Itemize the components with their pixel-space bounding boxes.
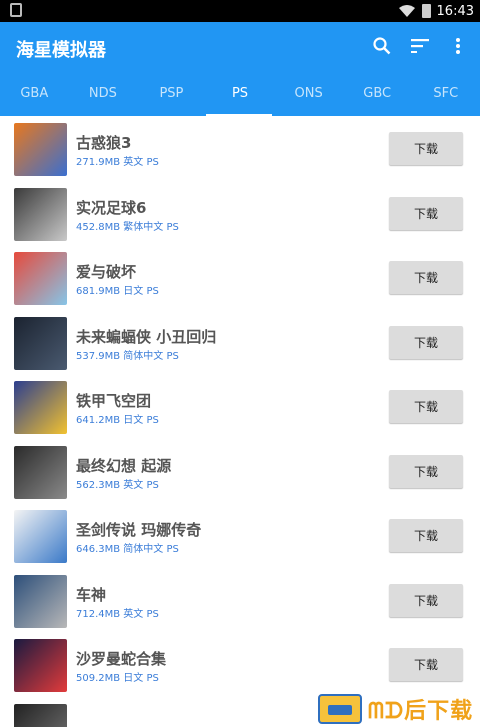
game-meta: 712.4MB 英文 PS (76, 608, 159, 620)
app-bar: 海星模拟器 GBA NDS PSP PS ONS GBC SFC (0, 22, 480, 116)
download-button[interactable]: 下载 (389, 519, 463, 552)
game-meta: 452.8MB 繁体中文 PS (76, 221, 179, 233)
game-meta: 641.2MB 日文 PS (76, 415, 159, 426)
download-button[interactable]: 下载 (389, 132, 463, 165)
app-bar-actions (370, 34, 470, 58)
game-meta: 646.3MB 简体中文 PS (76, 544, 179, 555)
status-icons: 16:43 (398, 0, 474, 22)
sort-button[interactable] (408, 34, 432, 58)
tab-psp[interactable]: PSP (137, 74, 206, 116)
watermark: ᗰᗪ后下载 (318, 690, 480, 727)
game-row[interactable]: 车神 712.4MB 英文 PS 下载 (0, 568, 480, 633)
tab-nds[interactable]: NDS (69, 74, 138, 116)
tab-ons[interactable]: ONS (274, 74, 343, 116)
game-meta: 509.2MB 日文 PS (76, 673, 159, 684)
game-title: 沙罗曼蛇合集 (76, 650, 167, 668)
game-cover-image (14, 381, 67, 434)
watermark-logo-icon (318, 693, 362, 724)
platform-tabs: GBA NDS PSP PS ONS GBC SFC (0, 74, 480, 116)
game-row[interactable]: 未来蝙蝠侠 小丑回归 537.9MB 简体中文 PS 下载 (0, 310, 480, 375)
game-row[interactable]: 圣剑传说 玛娜传奇 646.3MB 简体中文 PS 下载 (0, 503, 480, 568)
game-cover-image (14, 574, 67, 628)
game-cover-image (14, 187, 67, 241)
game-title: 实况足球6 (76, 198, 147, 217)
download-button[interactable]: 下载 (389, 583, 463, 617)
game-title: 铁甲飞空团 (76, 392, 152, 410)
watermark-text: ᗰᗪ后下载 (368, 698, 474, 724)
status-time: 16:43 (436, 3, 474, 19)
search-icon (373, 37, 391, 55)
game-title: 未来蝙蝠侠 小丑回归 (76, 327, 217, 346)
tab-sfc[interactable]: SFC (411, 74, 480, 116)
wifi-icon (398, 5, 415, 17)
download-button[interactable]: 下载 (389, 648, 463, 681)
status-bar: 16:43 (0, 0, 480, 22)
game-row[interactable]: 实况足球6 452.8MB 繁体中文 PS 下载 (0, 181, 480, 246)
game-title: 最终幻想 起源 (76, 456, 172, 475)
download-button[interactable]: 下载 (389, 390, 463, 423)
download-button[interactable]: 下载 (389, 196, 463, 230)
game-title: 爱与破坏 (76, 263, 137, 281)
overflow-menu-button[interactable] (446, 34, 470, 58)
game-title: 古惑狼3 (76, 134, 132, 152)
search-button[interactable] (370, 34, 394, 58)
game-cover-image (14, 252, 67, 305)
download-button[interactable]: 下载 (389, 454, 463, 488)
game-meta: 562.3MB 英文 PS (76, 479, 159, 491)
tab-gba[interactable]: GBA (0, 74, 69, 116)
game-cover-image (14, 510, 67, 563)
game-cover-image (14, 703, 67, 727)
game-title: 圣剑传说 玛娜传奇 (76, 521, 202, 539)
game-row[interactable]: 古惑狼3 271.9MB 英文 PS 下载 (0, 116, 480, 181)
game-cover-image (14, 639, 67, 692)
game-meta: 271.9MB 英文 PS (76, 157, 159, 168)
tab-gbc[interactable]: GBC (343, 74, 412, 116)
game-meta: 681.9MB 日文 PS (76, 286, 159, 297)
game-meta: 537.9MB 简体中文 PS (76, 350, 179, 362)
download-button[interactable]: 下载 (389, 325, 463, 359)
game-row[interactable]: 铁甲飞空团 641.2MB 日文 PS 下载 (0, 374, 480, 439)
app-title: 海星模拟器 (16, 40, 106, 61)
game-row[interactable]: 爱与破坏 681.9MB 日文 PS 下载 (0, 245, 480, 310)
game-row[interactable]: 沙罗曼蛇合集 509.2MB 日文 PS 下载 (0, 632, 480, 697)
battery-icon (421, 4, 431, 18)
overflow-menu-icon (456, 38, 460, 54)
game-cover-image (14, 316, 67, 370)
tab-ps[interactable]: PS (206, 74, 275, 116)
game-title: 车神 (76, 585, 107, 604)
game-cover-image (14, 445, 67, 499)
notification-image-icon (10, 3, 22, 17)
game-list: 古惑狼3 271.9MB 英文 PS 下载 实况足球6 452.8MB 繁体中文 PS 下… (0, 116, 480, 727)
sort-icon (411, 39, 429, 53)
download-button[interactable]: 下载 (389, 261, 463, 294)
game-cover-image (14, 123, 67, 176)
game-row[interactable]: 最终幻想 起源 562.3MB 英文 PS 下载 (0, 439, 480, 504)
